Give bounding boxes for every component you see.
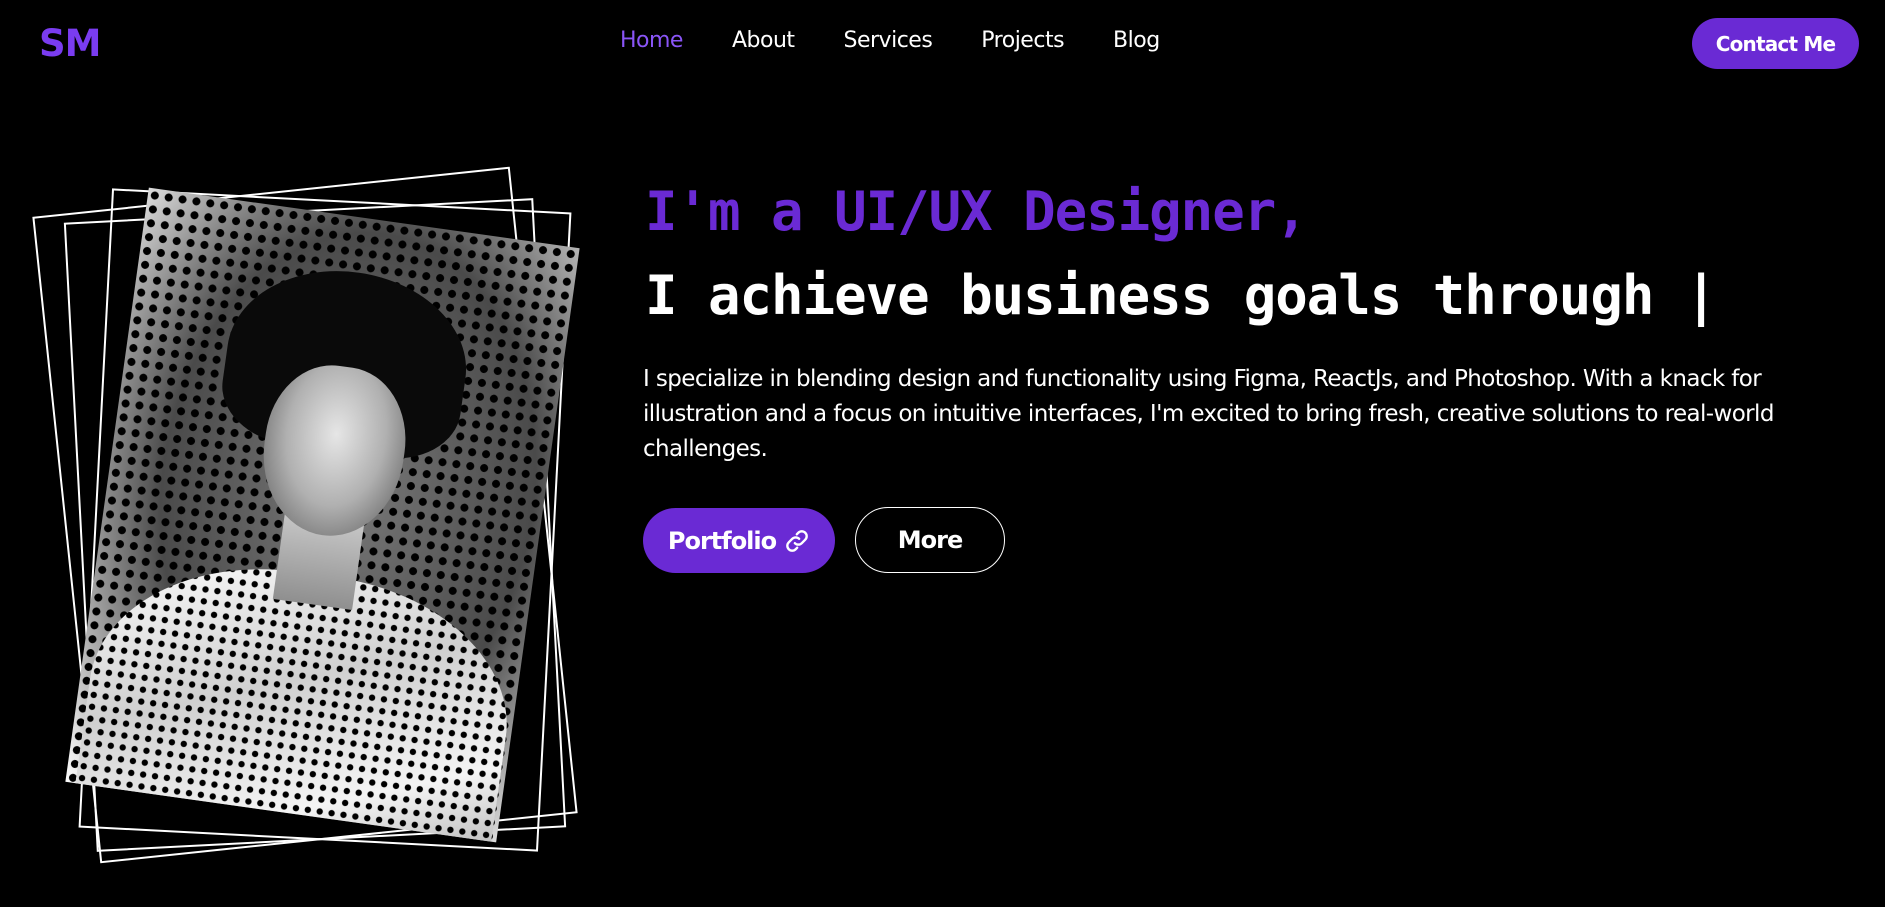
portfolio-button-label: Portfolio bbox=[667, 526, 777, 555]
contact-me-button[interactable]: Contact Me bbox=[1692, 18, 1859, 69]
nav-item-projects[interactable]: Projects bbox=[981, 28, 1064, 53]
more-button[interactable]: More bbox=[855, 507, 1005, 573]
hero-intro: I specialize in blending design and func… bbox=[643, 366, 1774, 462]
portrait-photo bbox=[65, 187, 580, 843]
portrait-figure bbox=[32, 166, 605, 880]
hero-headline-typewriter: I achieve business goals through | bbox=[645, 264, 1717, 327]
main-nav: Home About Services Projects Blog bbox=[620, 28, 1209, 53]
nav-item-about[interactable]: About bbox=[732, 28, 795, 53]
portfolio-button[interactable]: Portfolio bbox=[643, 508, 835, 573]
nav-item-blog[interactable]: Blog bbox=[1113, 28, 1160, 53]
logo[interactable]: SM bbox=[39, 22, 101, 65]
link-icon bbox=[786, 529, 808, 552]
nav-item-services[interactable]: Services bbox=[844, 28, 933, 53]
hero-headline-role: I'm a UI/UX Designer, bbox=[645, 180, 1308, 243]
nav-item-home[interactable]: Home bbox=[620, 28, 683, 53]
page: SM Home About Services Projects Blog Con… bbox=[0, 0, 1885, 907]
